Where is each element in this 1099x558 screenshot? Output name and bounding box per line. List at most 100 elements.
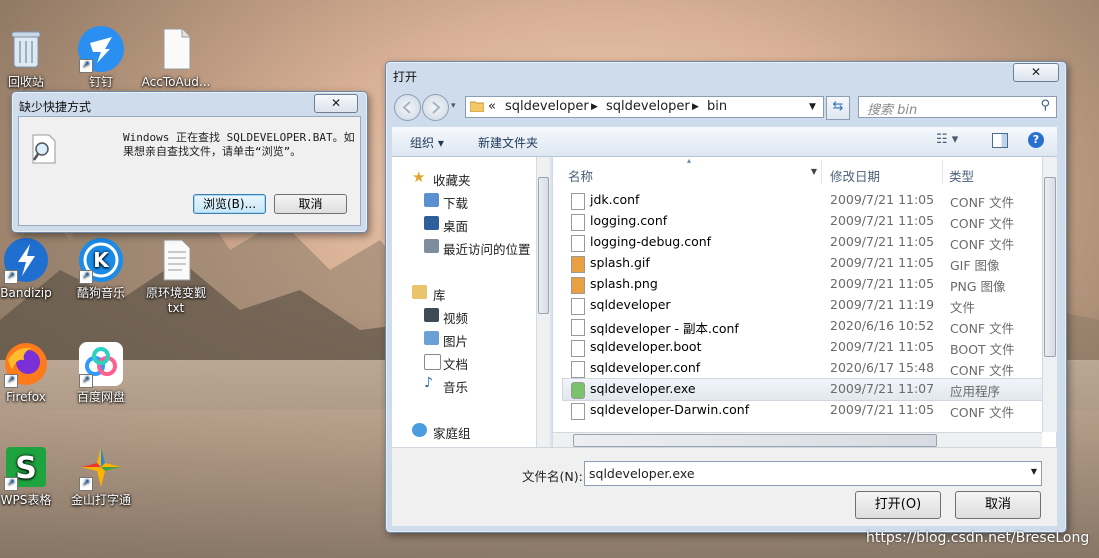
dingtalk-icon: ↗ <box>77 25 125 73</box>
organize-menu[interactable]: 组织 ▾ <box>410 134 444 151</box>
kugou-desktop-icon[interactable]: K ↗ 酷狗音乐 <box>65 236 137 301</box>
file-name: sqldeveloper-Darwin.conf <box>590 402 750 417</box>
wps-table-desktop-icon[interactable]: S ↗ WPS表格 <box>0 443 62 508</box>
file-date: 2009/7/21 11:05 <box>830 339 935 354</box>
dingtalk-desktop-icon[interactable]: ↗ 钉钉 <box>65 25 137 90</box>
breadcrumb-separator-icon[interactable]: ▶ <box>692 102 699 112</box>
nav-label: 音乐 <box>443 380 469 395</box>
forward-button[interactable] <box>422 94 449 121</box>
file-row[interactable]: sqldeveloper-Darwin.conf 2009/7/21 11:05 C… <box>563 400 1042 421</box>
breadcrumb-item[interactable]: sqldeveloper <box>606 99 690 114</box>
filename-input[interactable]: sqldeveloper.exe <box>589 466 695 481</box>
column-header-type[interactable]: 类型 <box>943 160 1043 184</box>
filename-field[interactable]: sqldeveloper.exe ▼ <box>584 461 1042 486</box>
close-icon: ✕ <box>1030 65 1042 79</box>
file-type: 文件 <box>950 300 976 315</box>
nav-label: 家庭组 <box>433 426 471 441</box>
file-date: 2020/6/17 15:48 <box>830 360 935 375</box>
cancel-button[interactable]: 取消 <box>955 491 1041 519</box>
dialog-title: 打开 <box>393 70 418 84</box>
close-button[interactable]: ✕ <box>314 94 358 113</box>
help-icon[interactable]: ? <box>1028 132 1044 148</box>
scrollbar-thumb[interactable] <box>1044 177 1056 357</box>
shortcut-arrow-icon: ↗ <box>4 477 18 491</box>
column-label: 修改日期 <box>830 169 881 184</box>
address-dropdown-icon[interactable]: ▼ <box>809 102 816 112</box>
nav-label: 视频 <box>443 311 469 326</box>
column-header-date[interactable]: 修改日期 <box>822 160 943 184</box>
column-header-name[interactable]: 名称 ▴ ▼ <box>563 156 822 184</box>
scrollbar-thumb[interactable] <box>573 434 937 447</box>
file-row[interactable]: splash.gif 2009/7/21 11:05 GIF 图像 <box>563 253 1042 274</box>
desktop-icon-label: AccToAud... <box>141 75 211 89</box>
file-row[interactable]: sqldeveloper 2009/7/21 11:19 文件 <box>563 295 1042 316</box>
dropdown-icon[interactable]: ▼ <box>1031 467 1037 476</box>
file-row[interactable]: sqldeveloper - 副本.conf 2020/6/16 10:52 CON… <box>563 316 1042 337</box>
file-type: CONF 文件 <box>950 195 1015 210</box>
scrollbar-thumb[interactable] <box>538 177 549 314</box>
typing-desktop-icon[interactable]: ↗ 金山打字通 <box>65 443 137 508</box>
missing-shortcut-dialog: 缺少快捷方式 ✕ Windows 正在查找 SQLDEVELOPER.BAT。如… <box>11 91 368 233</box>
preview-pane-icon[interactable] <box>992 133 1008 148</box>
file-row[interactable]: logging.conf 2009/7/21 11:05 CONF 文件 <box>563 211 1042 232</box>
file-type: GIF 图像 <box>950 258 1000 273</box>
refresh-button[interactable]: ⇆ <box>826 96 850 120</box>
firefox-desktop-icon[interactable]: ↗ Firefox <box>0 340 62 405</box>
acctoaud-desktop-icon[interactable]: AccToAud... <box>140 25 212 90</box>
nav-label: 图片 <box>443 334 469 349</box>
svg-text:K: K <box>93 248 110 272</box>
file-date: 2009/7/21 11:19 <box>830 297 935 312</box>
open-button[interactable]: 打开(O) <box>855 491 941 519</box>
search-icon[interactable]: ⚲ <box>1040 98 1050 113</box>
file-row[interactable]: sqldeveloper.conf 2020/6/17 15:48 CONF 文件 <box>563 358 1042 379</box>
file-row[interactable]: splash.png 2009/7/21 11:05 PNG 图像 <box>563 274 1042 295</box>
new-folder-button[interactable]: 新建文件夹 <box>478 134 538 151</box>
file-name: sqldeveloper <box>590 297 671 312</box>
browse-button[interactable]: 浏览(B)... <box>193 194 266 214</box>
firefox-icon: ↗ <box>2 340 50 388</box>
file-icon <box>571 403 585 420</box>
splitter[interactable] <box>550 157 552 447</box>
breadcrumb-item[interactable]: bin <box>707 99 727 114</box>
address-bar[interactable]: « sqldeveloper ▶ sqldeveloper ▶ bin ▼ <box>465 96 824 118</box>
recycle-bin-desktop-icon[interactable]: 回收站 <box>0 25 62 90</box>
dialog-title: 缺少快捷方式 <box>19 100 92 114</box>
file-type: PNG 图像 <box>950 279 1006 294</box>
desktop-icon-label: 金山打字通 <box>70 493 131 507</box>
breadcrumb-overflow[interactable]: « <box>488 99 496 114</box>
close-button[interactable]: ✕ <box>1013 63 1059 82</box>
desktop-icon-label: 酷狗音乐 <box>76 286 125 300</box>
bandizip-desktop-icon[interactable]: ↗ Bandizip <box>0 236 62 301</box>
cancel-button[interactable]: 取消 <box>274 194 347 214</box>
back-button[interactable] <box>394 94 421 121</box>
column-label: 类型 <box>949 169 975 184</box>
dialog-message: Windows 正在查找 SQLDEVELOPER.BAT。如 果想亲自查找文件… <box>123 131 355 159</box>
forward-arrow-icon <box>432 101 441 114</box>
recent-pages-dropdown[interactable]: ▾ <box>451 101 456 111</box>
file-icon <box>571 235 585 252</box>
env-txt-desktop-icon[interactable]: 原环境变觐 txt <box>140 236 212 316</box>
navigation-pane <box>392 157 549 447</box>
library-icon <box>412 285 427 299</box>
baidu-netdisk-desktop-icon[interactable]: ↗ 百度网盘 <box>65 340 137 405</box>
file-icon <box>571 193 585 210</box>
file-icon <box>571 319 585 336</box>
horizontal-scrollbar[interactable] <box>553 432 1042 448</box>
file-date: 2009/7/21 11:05 <box>830 234 935 249</box>
nav-scrollbar[interactable] <box>536 157 550 447</box>
nav-label: 桌面 <box>443 219 469 234</box>
column-filter-icon[interactable]: ▼ <box>811 167 817 176</box>
file-row[interactable]: sqldeveloper.boot 2009/7/21 11:05 BOOT 文件 <box>563 337 1042 358</box>
file-row[interactable]: sqldeveloper.exe 2009/7/21 11:07 应用程序 <box>562 378 1043 401</box>
search-input[interactable]: 搜索 bin <box>867 99 917 118</box>
search-box[interactable]: 搜索 bin ⚲ <box>858 96 1057 118</box>
file-row[interactable]: logging-debug.conf 2009/7/21 11:05 CONF 文件 <box>563 232 1042 253</box>
file-name: splash.gif <box>590 255 650 270</box>
view-options-icon[interactable]: ☷ ▾ <box>936 132 958 147</box>
file-list-scrollbar[interactable] <box>1042 157 1057 432</box>
breadcrumb-item[interactable]: sqldeveloper <box>505 99 589 114</box>
shortcut-arrow-icon: ↗ <box>4 374 18 388</box>
file-row[interactable]: jdk.conf 2009/7/21 11:05 CONF 文件 <box>563 190 1042 211</box>
message-line: 果想亲自查找文件，请单击“浏览”。 <box>123 145 302 158</box>
breadcrumb-separator-icon[interactable]: ▶ <box>591 102 598 112</box>
